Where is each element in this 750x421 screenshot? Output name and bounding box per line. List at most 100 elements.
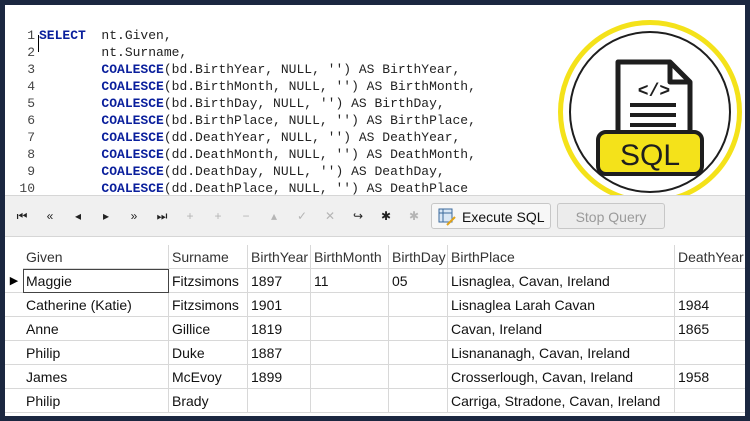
table-cell[interactable]: [311, 293, 389, 317]
column-header[interactable]: BirthMonth: [311, 245, 389, 269]
line-number: 3: [27, 62, 35, 77]
code-text: COALESCE(bd.BirthPlace, NULL, '') AS Bir…: [39, 112, 476, 129]
stop-query-label: Stop Query: [575, 209, 647, 225]
sql-keyword: SELECT: [39, 28, 86, 43]
table-cell[interactable]: [675, 269, 745, 293]
table-cell[interactable]: Lisnaglea Larah Cavan: [448, 293, 675, 317]
table-cell[interactable]: [311, 365, 389, 389]
table-cell[interactable]: Philip: [23, 341, 169, 365]
code-text: COALESCE(bd.BirthYear, NULL, '') AS Birt…: [39, 61, 460, 78]
table-cell[interactable]: Catherine (Katie): [23, 293, 169, 317]
column-header[interactable]: BirthDay: [389, 245, 448, 269]
sql-logo-badge: </> SQL: [558, 20, 742, 204]
table-cell[interactable]: 1865: [675, 317, 745, 341]
cancel-icon[interactable]: ✕: [319, 205, 341, 227]
code-text: COALESCE(dd.DeathMonth, NULL, '') AS Dea…: [39, 146, 475, 163]
table-cell[interactable]: 1899: [248, 365, 311, 389]
table-cell[interactable]: [311, 389, 389, 413]
record-toolbar: ⏮ « ◂ ▸ » ⏭ + + − ▴ ✓ ✕ ↪ ✱ ✱ Execute SQ…: [5, 195, 745, 237]
table-cell[interactable]: 1901: [248, 293, 311, 317]
table-cell[interactable]: Crosserlough, Cavan, Ireland: [448, 365, 675, 389]
table-cell[interactable]: [389, 365, 448, 389]
code-symbol: </>: [638, 82, 670, 102]
row-indicator[interactable]: ▶: [5, 269, 23, 293]
sql-label: SQL: [620, 139, 680, 172]
results-grid: Given Surname BirthYear BirthMonth BirthDay B…: [5, 245, 745, 416]
table-cell[interactable]: 05: [389, 269, 448, 293]
sql-keyword: COALESCE: [101, 79, 164, 94]
execute-sql-label: Execute SQL: [462, 209, 545, 225]
confirm-icon[interactable]: ✓: [291, 205, 313, 227]
table-cell[interactable]: Fitzsimons: [169, 293, 248, 317]
move-up-icon[interactable]: ▴: [263, 205, 285, 227]
table-cell[interactable]: 1897: [248, 269, 311, 293]
table-cell[interactable]: James: [23, 365, 169, 389]
column-header[interactable]: Surname: [169, 245, 248, 269]
add-multiple-icon[interactable]: +: [207, 205, 229, 227]
first-page-icon[interactable]: ⏮: [11, 205, 33, 227]
table-cell[interactable]: Cavan, Ireland: [448, 317, 675, 341]
asterisk-dim-icon[interactable]: ✱: [403, 205, 425, 227]
table-cell[interactable]: [675, 341, 745, 365]
table-cell[interactable]: Fitzsimons: [169, 269, 248, 293]
table-cell[interactable]: [389, 317, 448, 341]
table-cell[interactable]: [248, 389, 311, 413]
next-page-icon[interactable]: »: [123, 205, 145, 227]
sql-expression: (bd.BirthMonth, NULL, '') AS BirthMonth,: [163, 79, 476, 94]
row-indicator[interactable]: [5, 293, 23, 317]
table-cell[interactable]: Philip: [23, 389, 169, 413]
row-indicator[interactable]: [5, 317, 23, 341]
table-cell[interactable]: Lisnananagh, Cavan, Ireland: [448, 341, 675, 365]
sql-keyword: COALESCE: [101, 130, 164, 145]
code-text: COALESCE(dd.DeathYear, NULL, '') AS Deat…: [39, 129, 460, 146]
redo-icon[interactable]: ↪: [347, 205, 369, 227]
row-indicator[interactable]: [5, 341, 23, 365]
line-number: 1: [27, 28, 35, 43]
table-cell[interactable]: 1819: [248, 317, 311, 341]
prev-record-icon[interactable]: ◂: [67, 205, 89, 227]
table-cell[interactable]: Lisnaglea, Cavan, Ireland: [448, 269, 675, 293]
column-header[interactable]: Given: [23, 245, 169, 269]
column-header[interactable]: BirthPlace: [448, 245, 675, 269]
execute-sql-button[interactable]: Execute SQL: [431, 203, 551, 229]
table-cell[interactable]: [311, 341, 389, 365]
table-cell[interactable]: Maggie: [23, 269, 169, 293]
table-cell[interactable]: [389, 389, 448, 413]
table-cell[interactable]: Anne: [23, 317, 169, 341]
column-header[interactable]: BirthYear: [248, 245, 311, 269]
add-record-icon[interactable]: +: [179, 205, 201, 227]
code-text: nt.Surname,: [39, 44, 187, 61]
code-text: COALESCE(bd.BirthDay, NULL, '') AS Birth…: [39, 95, 444, 112]
line-number: 7: [27, 130, 35, 145]
app-window: 1 SELECT nt.Given, 2 nt.Surname, 3 COALESCE…: [5, 5, 745, 416]
table-cell[interactable]: Gillice: [169, 317, 248, 341]
table-cell[interactable]: [389, 341, 448, 365]
table-cell[interactable]: Duke: [169, 341, 248, 365]
sql-expression: (dd.DeathPlace, NULL, '') AS DeathPlace: [163, 181, 469, 196]
table-cell[interactable]: [675, 389, 745, 413]
table-cell[interactable]: [311, 317, 389, 341]
table-cell[interactable]: 1958: [675, 365, 745, 389]
code-text: COALESCE(dd.DeathDay, NULL, '') AS Death…: [39, 163, 445, 180]
table-cell[interactable]: Carriga, Stradone, Cavan, Ireland: [448, 389, 675, 413]
last-page-icon[interactable]: ⏭: [151, 205, 173, 227]
table-cell[interactable]: [389, 293, 448, 317]
table-cell[interactable]: McEvoy: [169, 365, 248, 389]
row-indicator[interactable]: [5, 365, 23, 389]
stop-query-button[interactable]: Stop Query: [557, 203, 665, 229]
line-number: 8: [27, 147, 35, 162]
sql-expression: (dd.DeathDay, NULL, '') AS DeathDay,: [163, 164, 445, 179]
table-cell[interactable]: 11: [311, 269, 389, 293]
asterisk-icon[interactable]: ✱: [375, 205, 397, 227]
next-record-icon[interactable]: ▸: [95, 205, 117, 227]
prev-page-icon[interactable]: «: [39, 205, 61, 227]
delete-record-icon[interactable]: −: [235, 205, 257, 227]
code-text: SELECT nt.Given,: [39, 27, 172, 44]
sql-expression: (bd.BirthPlace, NULL, '') AS BirthPlace,: [163, 113, 476, 128]
row-indicator[interactable]: [5, 389, 23, 413]
sql-expression: (dd.DeathYear, NULL, '') AS DeathYear,: [163, 130, 461, 145]
column-header[interactable]: DeathYear: [675, 245, 745, 269]
table-cell[interactable]: 1984: [675, 293, 745, 317]
table-cell[interactable]: 1887: [248, 341, 311, 365]
table-cell[interactable]: Brady: [169, 389, 248, 413]
